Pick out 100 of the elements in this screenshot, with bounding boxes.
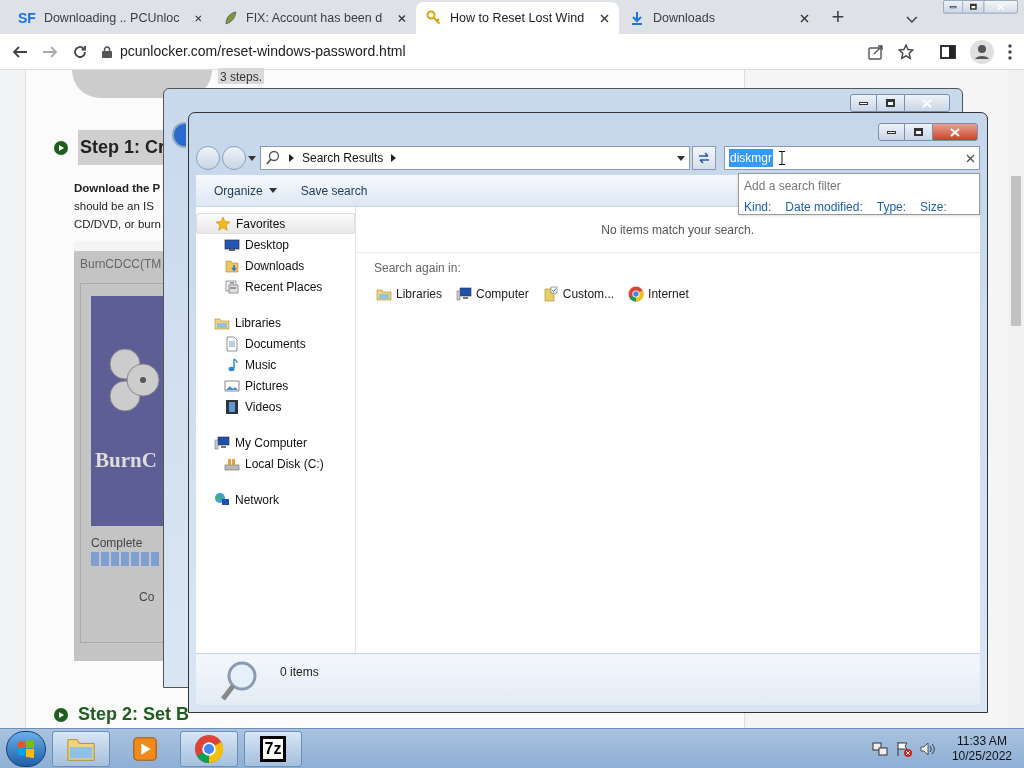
toolbar-button[interactable]: Organize bbox=[214, 181, 277, 200]
volume-icon[interactable] bbox=[919, 740, 936, 757]
start-button[interactable] bbox=[6, 730, 46, 767]
taskbar-button[interactable] bbox=[52, 730, 110, 767]
search-location-link[interactable]: Custom... bbox=[542, 285, 615, 303]
clock[interactable]: 11:33 AM 10/25/2022 bbox=[951, 733, 1012, 764]
chevron-down-icon[interactable] bbox=[906, 16, 918, 24]
back-arrow-icon[interactable] bbox=[12, 43, 28, 60]
browser-tab[interactable]: How to Reset Lost Wind bbox=[416, 2, 620, 34]
url-text: pcunlocker.com/reset-windows-password.html bbox=[120, 42, 406, 61]
filter-link[interactable]: Type: bbox=[876, 198, 907, 216]
share-icon[interactable] bbox=[868, 43, 884, 60]
filter-link[interactable]: Date modified: bbox=[785, 198, 863, 216]
nav-item[interactable]: Recent Places bbox=[196, 276, 355, 297]
lock-icon bbox=[102, 45, 112, 58]
close-button[interactable] bbox=[932, 123, 978, 141]
filter-link[interactable]: Kind: bbox=[744, 198, 772, 216]
custom-folder-icon bbox=[542, 286, 559, 302]
body-text: 3 steps. bbox=[218, 68, 265, 84]
browser-tab[interactable]: FIX: Account has been d bbox=[212, 2, 416, 34]
nav-item[interactable]: Videos bbox=[196, 396, 355, 417]
refresh-button[interactable] bbox=[692, 146, 716, 170]
minimize-button[interactable] bbox=[878, 123, 905, 141]
menu-icon[interactable] bbox=[1008, 43, 1012, 60]
maximize-button[interactable] bbox=[905, 123, 932, 141]
browser-tab[interactable]: SF Downloading .. PCUnloc bbox=[8, 2, 212, 34]
nav-item[interactable]: Network bbox=[196, 489, 355, 510]
search-location-link[interactable]: Internet bbox=[628, 285, 689, 303]
profile-avatar-icon[interactable] bbox=[970, 39, 994, 64]
nav-item[interactable]: Local Disk (C:) bbox=[196, 453, 355, 474]
caret-icon[interactable] bbox=[268, 188, 277, 193]
taskbar-button[interactable]: 7z bbox=[244, 730, 302, 767]
nav-item[interactable]: My Computer bbox=[196, 432, 355, 453]
play-bullet-icon bbox=[54, 140, 68, 155]
separator-arrow-icon bbox=[289, 154, 294, 162]
close-icon bbox=[922, 98, 932, 108]
text-cursor-icon bbox=[779, 151, 785, 165]
flag-warning-icon[interactable] bbox=[895, 740, 912, 757]
close-tab-icon[interactable] bbox=[195, 13, 202, 23]
banner-text: BurnC bbox=[95, 446, 157, 474]
nav-item[interactable]: Documents bbox=[196, 333, 355, 354]
film-icon bbox=[224, 398, 240, 415]
back-button[interactable] bbox=[172, 122, 186, 148]
item-count: 0 items bbox=[280, 664, 319, 681]
close-tab-icon[interactable] bbox=[800, 13, 810, 23]
monitor-icon bbox=[224, 236, 240, 253]
nav-item[interactable]: Downloads bbox=[196, 255, 355, 276]
minimize-button[interactable] bbox=[943, 0, 964, 14]
minimize-button[interactable] bbox=[850, 94, 877, 112]
side-panel-icon[interactable] bbox=[940, 43, 956, 60]
search-icon bbox=[265, 150, 281, 166]
picture-icon bbox=[224, 377, 240, 394]
key-icon bbox=[426, 10, 442, 26]
tab-title: Downloading .. PCUnloc bbox=[43, 9, 180, 27]
magnifier-icon bbox=[220, 660, 258, 702]
tab-title: FIX: Account has been d bbox=[246, 9, 383, 27]
network-tray-icon[interactable] bbox=[871, 740, 888, 757]
tab-title: Downloads bbox=[653, 9, 715, 27]
star-outline-icon[interactable] bbox=[898, 43, 914, 60]
search-location-link[interactable]: Computer bbox=[456, 285, 529, 303]
close-icon bbox=[950, 127, 960, 137]
step-heading: Step 2: Set B bbox=[78, 703, 190, 726]
folder-icon bbox=[224, 257, 240, 274]
close-tab-icon[interactable] bbox=[398, 13, 406, 23]
search-location-link[interactable]: Libraries bbox=[376, 285, 443, 303]
body-text: should be an IS bbox=[74, 199, 154, 214]
breadcrumb-item[interactable]: Search Results bbox=[302, 149, 384, 167]
section-label: Search again in: bbox=[374, 260, 462, 277]
leaf-icon bbox=[222, 10, 238, 26]
browser-tab[interactable]: Downloads bbox=[619, 2, 820, 34]
computer-icon bbox=[214, 434, 230, 451]
taskbar-button[interactable] bbox=[180, 730, 238, 767]
nav-item[interactable]: Favorites bbox=[196, 213, 355, 234]
body-text: CD/DVD, or burn bbox=[74, 217, 161, 232]
maximize-button[interactable] bbox=[963, 0, 984, 14]
nav-item[interactable]: Desktop bbox=[196, 234, 355, 255]
filter-link[interactable]: Size: bbox=[920, 198, 947, 216]
reload-icon[interactable] bbox=[72, 43, 88, 60]
empty-message: No items match your search. bbox=[601, 221, 754, 239]
app-logo: 7z bbox=[259, 735, 287, 762]
library-folder-icon bbox=[376, 286, 392, 302]
address-field[interactable]: Search Results bbox=[260, 146, 690, 170]
refresh-arrows-icon bbox=[697, 151, 711, 165]
network-icon bbox=[214, 491, 230, 508]
nav-item[interactable]: Libraries bbox=[196, 312, 355, 333]
maximize-button[interactable] bbox=[877, 94, 904, 112]
dropdown-caret-icon[interactable] bbox=[677, 155, 685, 161]
tab-title: How to Reset Lost Wind bbox=[450, 9, 585, 27]
dialog-title: BurnCDCC(TM bbox=[80, 256, 163, 273]
close-tab-icon[interactable] bbox=[600, 13, 610, 23]
recent-places-icon bbox=[224, 278, 240, 295]
toolbar-button[interactable]: Save search bbox=[300, 181, 368, 200]
clear-search-icon[interactable] bbox=[966, 153, 975, 163]
recent-pages-caret-icon[interactable] bbox=[248, 155, 256, 161]
windows-logo-icon bbox=[17, 739, 35, 758]
nav-item[interactable]: Pictures bbox=[196, 375, 355, 396]
nav-item[interactable]: Music bbox=[196, 354, 355, 375]
separator-arrow-icon bbox=[391, 154, 397, 162]
new-tab-button[interactable]: + bbox=[831, 6, 845, 28]
search-text: diskmgr bbox=[729, 149, 773, 167]
